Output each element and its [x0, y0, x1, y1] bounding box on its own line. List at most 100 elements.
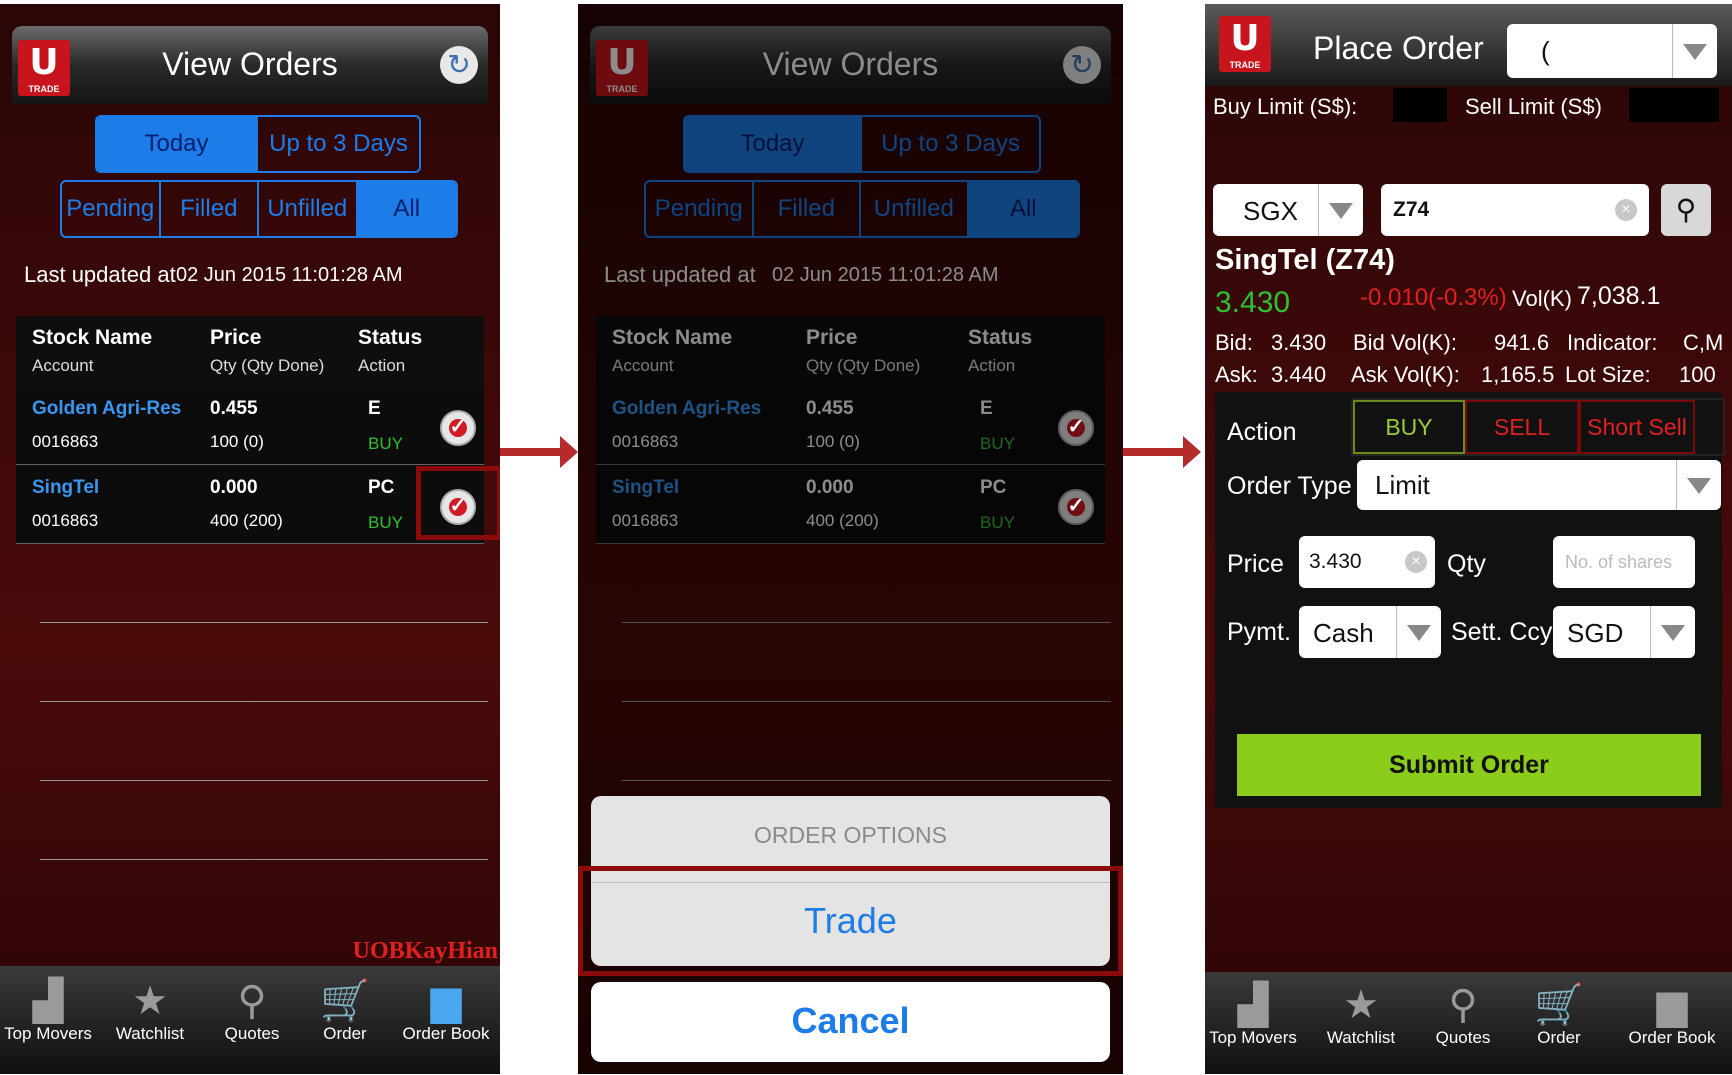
stock-title: SingTel (Z74): [1215, 244, 1395, 276]
indicator-value: C,M: [1683, 330, 1724, 355]
order-action: BUY: [368, 513, 403, 532]
order-status: E: [368, 398, 381, 419]
payment-value: Cash: [1313, 618, 1374, 648]
last-price: 3.430: [1215, 286, 1291, 319]
clear-icon[interactable]: ×: [1405, 551, 1427, 573]
folder-icon: ▆: [1656, 983, 1688, 1027]
payment-select[interactable]: Cash: [1299, 606, 1441, 658]
nav-bar: U TRADE View Orders ↻: [12, 26, 488, 104]
order-form: Action BUY SELL Short Sell Order Type Li…: [1215, 392, 1725, 808]
tab-all[interactable]: All: [357, 182, 456, 236]
symbol-input[interactable]: Z74 ×: [1381, 184, 1649, 236]
tab-filled[interactable]: Filled: [161, 182, 259, 236]
account-no: 0016863: [32, 432, 99, 451]
price-input[interactable]: 3.430 ×: [1299, 536, 1435, 588]
ask-label: Ask:: [1215, 362, 1258, 387]
divider: [40, 701, 488, 702]
tab-up-to-3-days[interactable]: Up to 3 Days: [258, 117, 419, 171]
chevron-down-icon: [1672, 24, 1717, 78]
tab-label: Order: [323, 1024, 367, 1043]
table-row[interactable]: SingTel 0016863 0.000 400 (200) PC BUY: [16, 465, 484, 544]
order-action: BUY: [368, 434, 403, 453]
price-value: 3.430: [1309, 550, 1362, 573]
tab-watchlist[interactable]: ★ Watchlist: [104, 978, 196, 1044]
cancel-button[interactable]: Cancel: [591, 1000, 1110, 1042]
tab-top-movers[interactable]: ▟ Top Movers: [1205, 982, 1301, 1048]
flow-arrow: [500, 436, 578, 468]
search-icon[interactable]: ⚲: [1661, 184, 1711, 236]
exchange-select[interactable]: SGX: [1213, 184, 1363, 236]
logo-letter: U: [1230, 18, 1260, 59]
indicator-label: Indicator:: [1567, 330, 1658, 355]
buy-button[interactable]: BUY: [1353, 400, 1465, 454]
star-icon: ★: [1343, 983, 1379, 1027]
tab-bar: ▟ Top Movers ★ Watchlist ⚲ Quotes 🛒 Order ▆ O…: [0, 966, 500, 1074]
order-options-screen: U TRADE View Orders ↻ Today Up to 3 Days…: [578, 4, 1123, 1074]
tab-top-movers[interactable]: ▟ Top Movers: [2, 978, 94, 1044]
payment-label: Pymt.: [1227, 618, 1291, 646]
divider: [40, 780, 488, 781]
action-sheet-header: ORDER OPTIONS: [754, 822, 947, 848]
tab-label: Top Movers: [4, 1024, 92, 1043]
place-order-screen: U TRADE Place Order ( Buy Limit (S$): Se…: [1205, 4, 1732, 1074]
short-sell-button[interactable]: Short Sell: [1579, 400, 1695, 454]
tab-order-book[interactable]: ▆ Order Book: [394, 978, 498, 1044]
chevron-down-icon: [1396, 606, 1441, 658]
account-select[interactable]: (: [1507, 24, 1717, 78]
page-title: View Orders: [162, 46, 338, 82]
check-icon[interactable]: [440, 410, 476, 446]
qty-input[interactable]: No. of shares: [1553, 536, 1695, 588]
lot-size-value: 100: [1679, 362, 1716, 387]
utrade-logo: U TRADE: [1219, 16, 1271, 72]
tab-watchlist[interactable]: ★ Watchlist: [1313, 982, 1409, 1048]
tab-quotes[interactable]: ⚲ Quotes: [1415, 982, 1511, 1048]
filter-segment: Pending Filled Unfilled All: [60, 180, 458, 238]
order-type-select[interactable]: Limit: [1357, 460, 1721, 510]
col-stock-name: Stock Name: [32, 326, 153, 349]
lot-size-label: Lot Size:: [1565, 362, 1651, 387]
col-account: Account: [32, 356, 94, 375]
tab-unfilled[interactable]: Unfilled: [259, 182, 358, 236]
period-segment: Today Up to 3 Days: [95, 115, 421, 173]
last-updated-label: Last updated at: [24, 262, 176, 287]
tab-order[interactable]: 🛒 Order: [1511, 982, 1607, 1048]
star-icon: ★: [132, 979, 168, 1023]
tab-label: Order Book: [1628, 1028, 1716, 1047]
submit-order-button[interactable]: Submit Order: [1237, 734, 1701, 796]
action-label: Action: [1227, 418, 1297, 446]
sett-ccy-select[interactable]: SGD: [1553, 606, 1695, 658]
tab-label: Top Movers: [1209, 1028, 1297, 1047]
buy-limit-value: [1393, 88, 1447, 122]
table-row[interactable]: Golden Agri-Res 0016863 0.455 100 (0) E …: [16, 386, 484, 465]
clear-icon[interactable]: ×: [1615, 199, 1637, 221]
divider: [40, 859, 488, 860]
refresh-icon[interactable]: ↻: [440, 46, 478, 84]
ask-vol-value: 1,165.5: [1481, 362, 1555, 387]
sell-limit-value: [1629, 88, 1719, 122]
table-header: Stock Name Account Price Qty (Qty Done) …: [16, 316, 484, 386]
tab-order[interactable]: 🛒 Order: [300, 978, 390, 1044]
stock-name[interactable]: SingTel: [32, 477, 99, 499]
stock-name[interactable]: Golden Agri-Res: [32, 398, 181, 420]
tab-order-book[interactable]: ▆ Order Book: [1613, 982, 1731, 1048]
tab-quotes[interactable]: ⚲ Quotes: [206, 978, 298, 1044]
nav-bar: U TRADE Place Order (: [1205, 4, 1732, 86]
sell-limit-label: Sell Limit (S$): [1465, 94, 1602, 119]
ask-vol-label: Ask Vol(K):: [1351, 362, 1460, 387]
exchange-value: SGX: [1243, 196, 1298, 226]
order-price: 0.000: [210, 477, 258, 498]
tab-bar: ▟ Top Movers ★ Watchlist ⚲ Quotes 🛒 Order ▆ O…: [1205, 972, 1732, 1074]
order-qty: 400 (200): [210, 511, 283, 530]
chevron-down-icon: [1676, 460, 1721, 510]
last-updated-value: 02 Jun 2015 11:01:28 AM: [176, 264, 403, 286]
flow-arrow: [1123, 436, 1201, 468]
cancel-sheet: Cancel: [591, 982, 1110, 1062]
tab-pending[interactable]: Pending: [62, 182, 161, 236]
sell-button[interactable]: SELL: [1465, 400, 1579, 454]
order-qty: 100 (0): [210, 432, 264, 451]
account-value: (: [1541, 36, 1550, 66]
col-status: Status: [358, 326, 423, 349]
tab-today[interactable]: Today: [97, 117, 258, 171]
bid-value: 3.430: [1271, 330, 1327, 355]
highlight-box: [578, 866, 1123, 976]
